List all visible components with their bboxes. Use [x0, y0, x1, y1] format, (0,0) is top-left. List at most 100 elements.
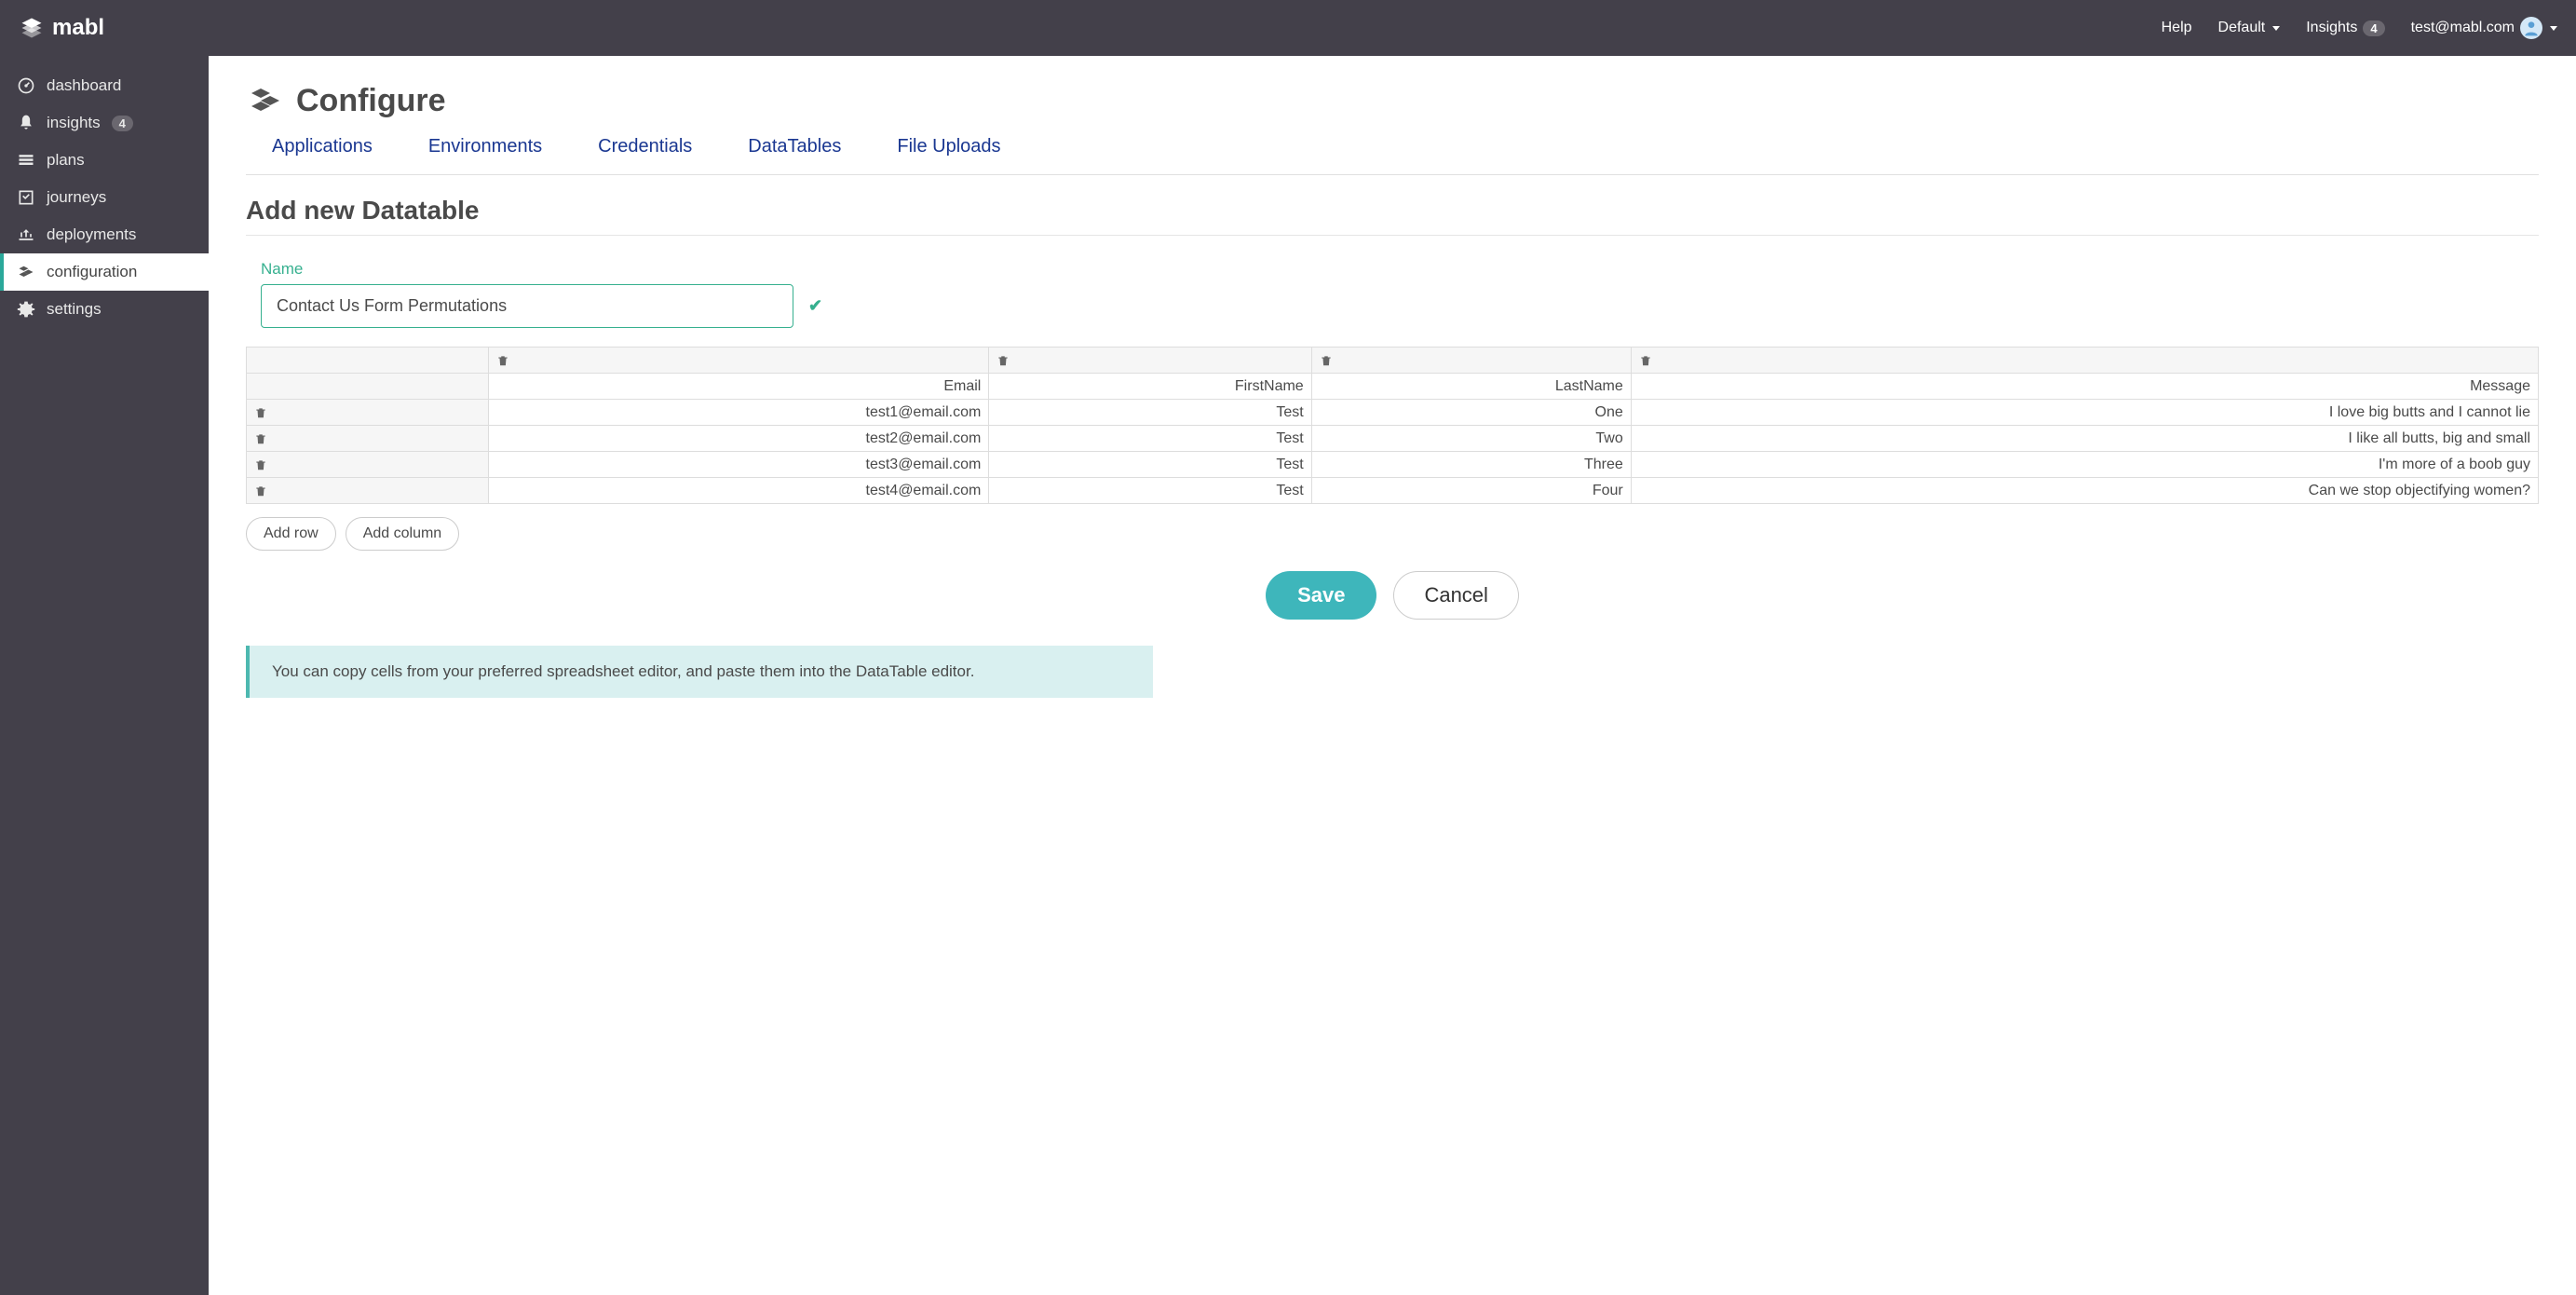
- trash-icon[interactable]: [254, 432, 481, 445]
- configure-page-icon: [246, 82, 283, 119]
- data-cell[interactable]: test4@email.com: [489, 478, 989, 504]
- data-cell[interactable]: Test: [989, 452, 1311, 478]
- sidebar-item-journeys[interactable]: journeys: [0, 179, 209, 216]
- plans-icon: [17, 151, 35, 170]
- row-delete-cell: [247, 478, 489, 504]
- column-name-cell[interactable]: LastName: [1311, 374, 1631, 400]
- tab-applications[interactable]: Applications: [272, 136, 373, 157]
- column-name-cell[interactable]: Email: [489, 374, 989, 400]
- sidebar-item-insights[interactable]: insights 4: [0, 104, 209, 142]
- mabl-logo-icon: [19, 15, 45, 41]
- sidebar-nav: dashboard insights 4 plans journeys de: [0, 56, 209, 1295]
- chevron-down-icon: [2272, 26, 2280, 31]
- header-blank: [247, 374, 489, 400]
- deployments-icon: [17, 225, 35, 244]
- cancel-button[interactable]: Cancel: [1393, 571, 1518, 620]
- main-content: Configure Applications Environments Cred…: [209, 56, 2576, 1295]
- column-header-delete: [489, 348, 989, 374]
- name-field-label: Name: [261, 260, 2539, 279]
- data-cell[interactable]: Can we stop objectifying women?: [1631, 478, 2538, 504]
- data-cell[interactable]: Four: [1311, 478, 1631, 504]
- column-name-cell[interactable]: Message: [1631, 374, 2538, 400]
- trash-icon[interactable]: [1320, 354, 1623, 367]
- workspace-dropdown[interactable]: Default: [2218, 20, 2281, 36]
- datatable-editor: Email FirstName LastName Message test1@e…: [246, 347, 2539, 504]
- page-title: Configure: [296, 83, 446, 119]
- data-cell[interactable]: test1@email.com: [489, 400, 989, 426]
- trash-icon[interactable]: [254, 406, 481, 419]
- journeys-icon: [17, 188, 35, 207]
- tab-fileuploads[interactable]: File Uploads: [897, 136, 1000, 157]
- user-avatar-icon: [2520, 17, 2542, 39]
- trash-icon[interactable]: [997, 354, 1303, 367]
- column-header-delete: [1631, 348, 2538, 374]
- data-cell[interactable]: Two: [1311, 426, 1631, 452]
- chevron-down-icon: [2550, 26, 2557, 31]
- sidebar-item-label: deployments: [47, 225, 136, 244]
- save-button[interactable]: Save: [1266, 571, 1376, 620]
- corner-cell: [247, 348, 489, 374]
- sidebar-item-settings[interactable]: settings: [0, 291, 209, 328]
- section-title: Add new Datatable: [246, 196, 2539, 225]
- trash-icon[interactable]: [254, 458, 481, 471]
- data-cell[interactable]: One: [1311, 400, 1631, 426]
- sidebar-item-label: journeys: [47, 188, 106, 207]
- user-email: test@mabl.com: [2411, 20, 2515, 36]
- row-delete-cell: [247, 426, 489, 452]
- sidebar-item-label: insights: [47, 114, 101, 132]
- sidebar-item-label: configuration: [47, 263, 137, 281]
- brand-logo[interactable]: mabl: [19, 15, 104, 41]
- datatable-name-input[interactable]: [261, 284, 793, 328]
- row-delete-cell: [247, 400, 489, 426]
- table-row: test2@email.com Test Two I like all butt…: [247, 426, 2539, 452]
- sidebar-item-label: settings: [47, 300, 102, 319]
- configuration-icon: [17, 263, 35, 281]
- check-icon: ✔: [808, 296, 822, 316]
- tab-environments[interactable]: Environments: [428, 136, 542, 157]
- sidebar-item-deployments[interactable]: deployments: [0, 216, 209, 253]
- data-cell[interactable]: I'm more of a boob guy: [1631, 452, 2538, 478]
- data-cell[interactable]: test3@email.com: [489, 452, 989, 478]
- trash-icon[interactable]: [496, 354, 981, 367]
- tab-credentials[interactable]: Credentials: [598, 136, 692, 157]
- gear-icon: [17, 300, 35, 319]
- insights-link[interactable]: Insights 4: [2306, 20, 2384, 36]
- bell-icon: [17, 114, 35, 132]
- help-label: Help: [2162, 20, 2192, 36]
- sidebar-item-plans[interactable]: plans: [0, 142, 209, 179]
- data-cell[interactable]: I love big butts and I cannot lie: [1631, 400, 2538, 426]
- insights-badge: 4: [2363, 20, 2384, 36]
- sidebar-item-label: dashboard: [47, 76, 121, 95]
- top-header: mabl Help Default Insights 4 test@mabl.c…: [0, 0, 2576, 56]
- add-column-button[interactable]: Add column: [346, 517, 460, 551]
- add-row-button[interactable]: Add row: [246, 517, 336, 551]
- trash-icon[interactable]: [1639, 354, 2530, 367]
- data-cell[interactable]: Test: [989, 478, 1311, 504]
- sidebar-item-configuration[interactable]: configuration: [0, 253, 209, 291]
- insights-label: Insights: [2306, 20, 2357, 36]
- row-delete-cell: [247, 452, 489, 478]
- dashboard-icon: [17, 76, 35, 95]
- info-message: You can copy cells from your preferred s…: [246, 646, 1153, 698]
- data-cell[interactable]: Test: [989, 400, 1311, 426]
- data-cell[interactable]: Test: [989, 426, 1311, 452]
- data-cell[interactable]: test2@email.com: [489, 426, 989, 452]
- brand-name: mabl: [52, 15, 104, 41]
- insights-count-badge: 4: [112, 116, 133, 131]
- help-link[interactable]: Help: [2162, 20, 2192, 36]
- sidebar-item-label: plans: [47, 151, 85, 170]
- sidebar-item-dashboard[interactable]: dashboard: [0, 67, 209, 104]
- workspace-label: Default: [2218, 20, 2266, 36]
- table-row: test1@email.com Test One I love big butt…: [247, 400, 2539, 426]
- table-row: test4@email.com Test Four Can we stop ob…: [247, 478, 2539, 504]
- trash-icon[interactable]: [254, 484, 481, 498]
- config-tabs: Applications Environments Credentials Da…: [246, 136, 2539, 175]
- column-header-delete: [989, 348, 1311, 374]
- table-row: test3@email.com Test Three I'm more of a…: [247, 452, 2539, 478]
- data-cell[interactable]: I like all butts, big and small: [1631, 426, 2538, 452]
- column-header-delete: [1311, 348, 1631, 374]
- data-cell[interactable]: Three: [1311, 452, 1631, 478]
- user-menu[interactable]: test@mabl.com: [2411, 17, 2557, 39]
- tab-datatables[interactable]: DataTables: [748, 136, 841, 157]
- column-name-cell[interactable]: FirstName: [989, 374, 1311, 400]
